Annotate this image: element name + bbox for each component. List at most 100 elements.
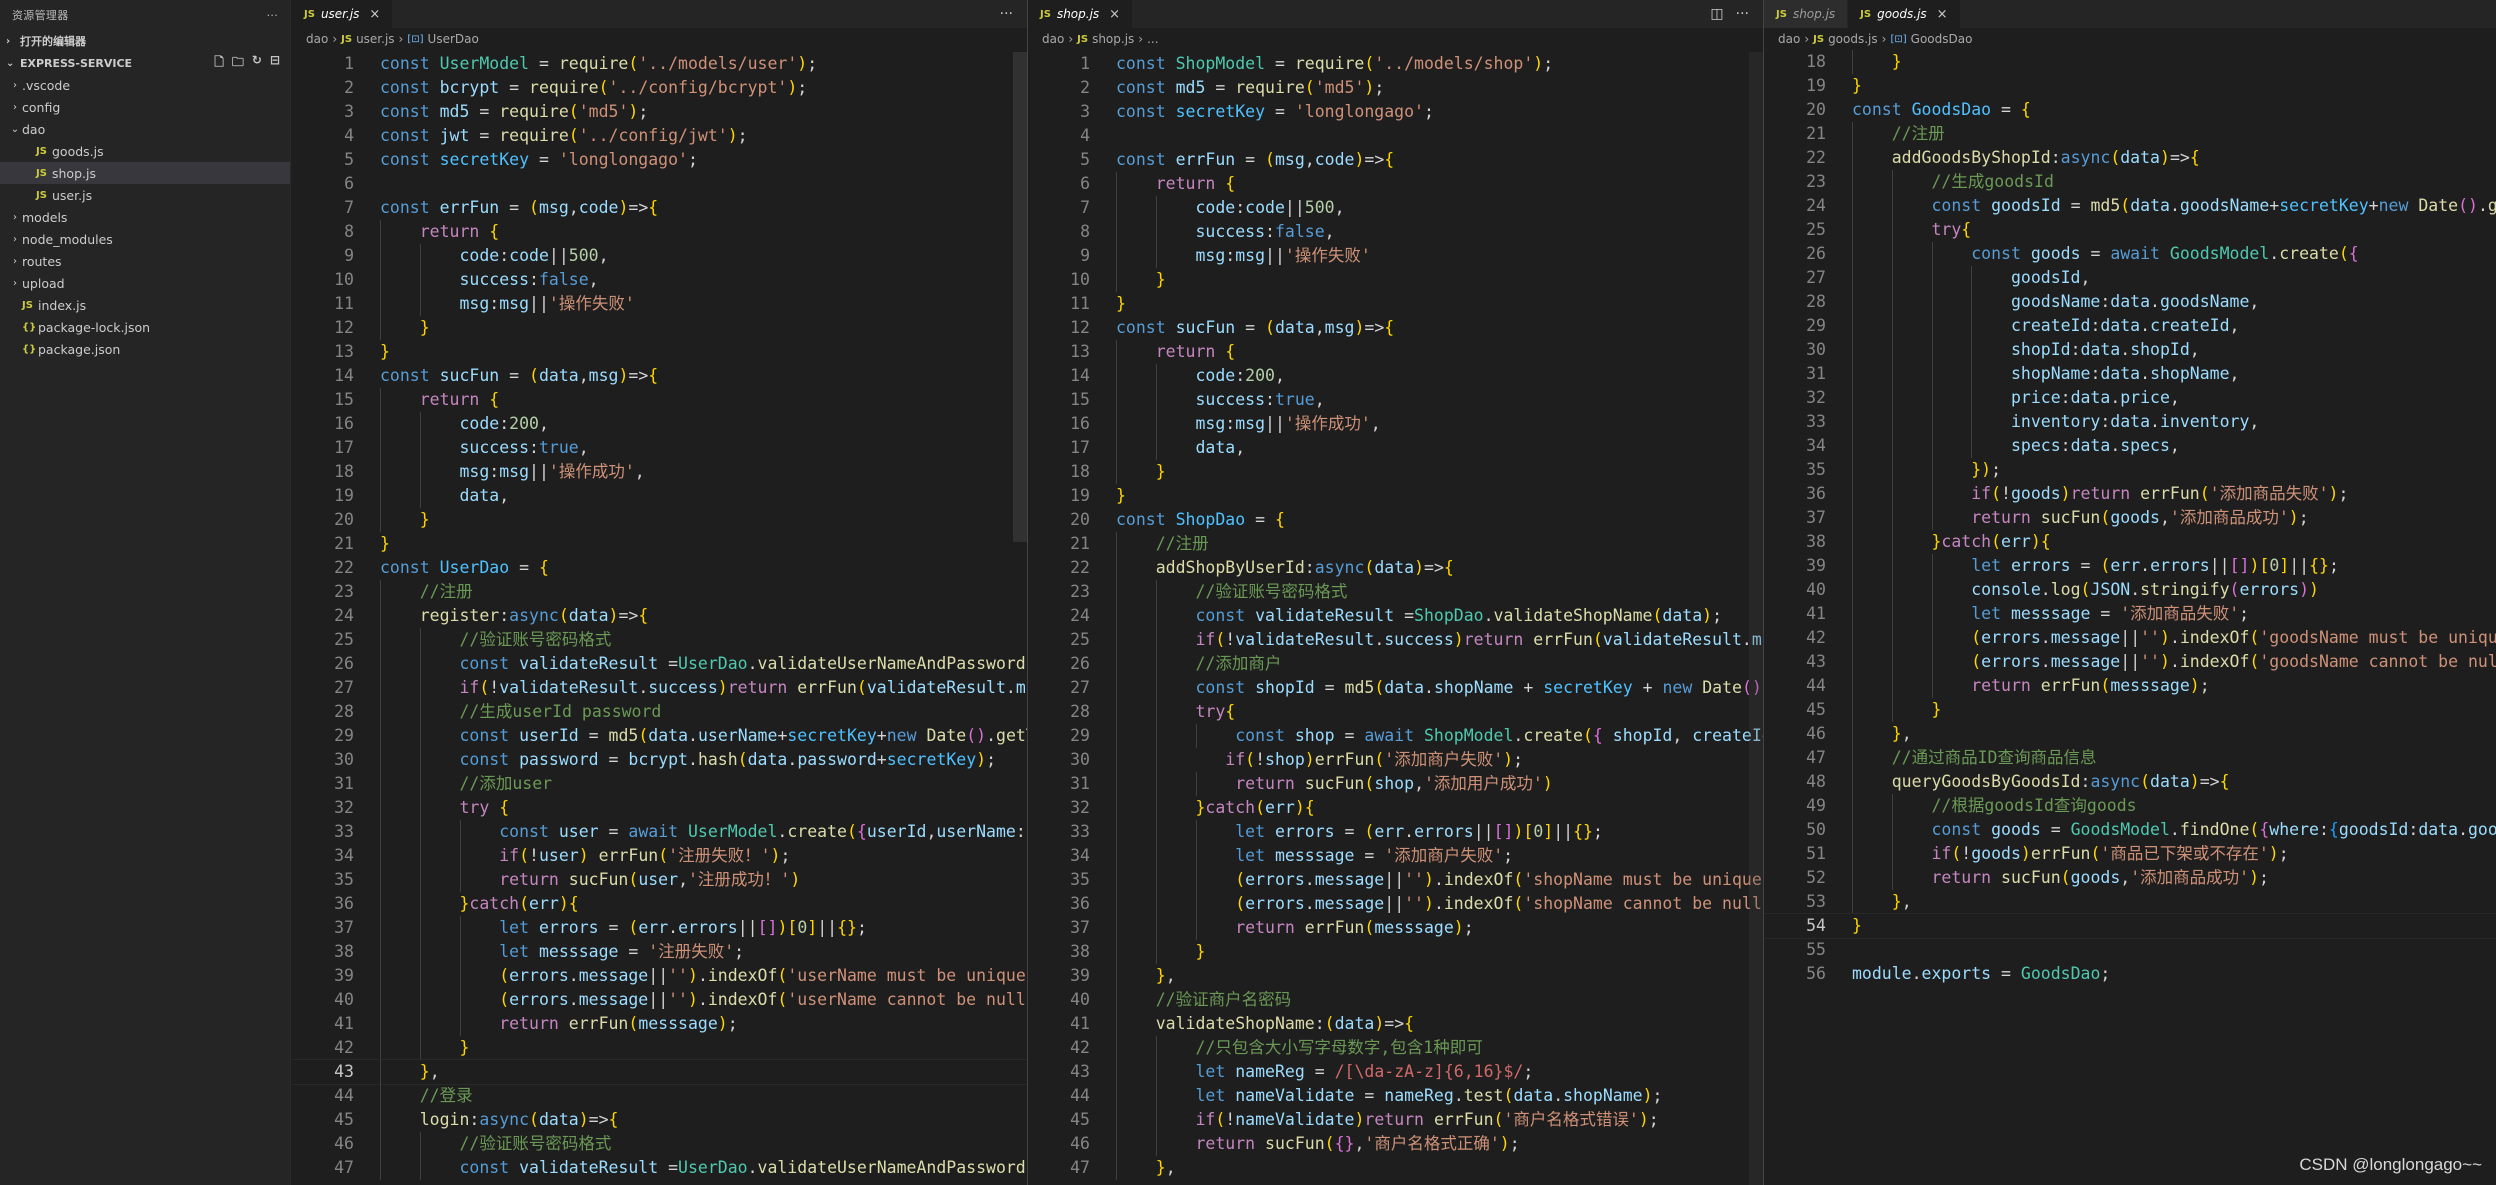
tree-item-upload[interactable]: › upload bbox=[0, 272, 290, 294]
more-actions-icon[interactable]: ··· bbox=[1736, 6, 1749, 22]
refresh-icon[interactable]: ↻ bbox=[252, 53, 262, 74]
close-icon[interactable]: × bbox=[1109, 7, 1120, 22]
code-line: 45 } bbox=[1764, 698, 2496, 722]
tree-item-package-json[interactable]: {} package.json bbox=[0, 338, 290, 360]
tree-item-label: package-lock.json bbox=[38, 319, 151, 335]
code-line: 16 code:200, bbox=[292, 412, 1027, 436]
line-number: 16 bbox=[334, 414, 354, 433]
tree-item-dao[interactable]: ⌄ dao bbox=[0, 118, 290, 140]
tab-shop-js[interactable]: JS shop.js bbox=[1764, 0, 1849, 28]
line-text: //验证商户名密码 bbox=[1155, 990, 1292, 1009]
code-line: 29 createId:data.createId, bbox=[1764, 314, 2496, 338]
line-text: const ShopDao = { bbox=[1116, 510, 1285, 529]
explorer-sidebar: 资源管理器 ··· › 打开的编辑器 ⌄ EXPRESS-SERVICE 🗋 🗀… bbox=[0, 0, 291, 1185]
line-text: if(!validateResult.success)return errFun… bbox=[1195, 630, 1763, 649]
tree-item-index-js[interactable]: JS index.js bbox=[0, 294, 290, 316]
breadcrumb-item[interactable]: ... bbox=[1147, 32, 1158, 46]
line-number: 1 bbox=[344, 54, 354, 73]
tree-item-routes[interactable]: › routes bbox=[0, 250, 290, 272]
tree-item-models[interactable]: › models bbox=[0, 206, 290, 228]
line-text: //注册 bbox=[1155, 534, 1209, 553]
line-number: 6 bbox=[1080, 174, 1090, 193]
line-number: 26 bbox=[1070, 654, 1090, 673]
project-section[interactable]: ⌄ EXPRESS-SERVICE 🗋 🗀 ↻ ⊟ bbox=[0, 52, 290, 74]
code-line: 2 const bcrypt = require('../config/bcryp… bbox=[292, 76, 1027, 100]
breadcrumb-item[interactable]: user.js bbox=[356, 32, 394, 46]
new-file-icon[interactable]: 🗋 bbox=[214, 53, 224, 74]
breadcrumb-item[interactable]: dao bbox=[1778, 32, 1800, 46]
split-editor-icon[interactable]: ◫ bbox=[1710, 6, 1723, 22]
line-text: let errors = (err.errors||[])[0]||{}; bbox=[1235, 822, 1603, 841]
line-number: 27 bbox=[334, 678, 354, 697]
more-actions-icon[interactable]: ··· bbox=[267, 9, 278, 22]
line-text: console.log(JSON.stringify(errors)) bbox=[1971, 580, 2319, 599]
tab-goods-js[interactable]: JS goods.js × bbox=[1848, 0, 1961, 28]
line-number: 17 bbox=[334, 438, 354, 457]
code-area[interactable]: 18 } 19} 20 const GoodsDao = {21 //注册 22 add… bbox=[1764, 50, 2496, 986]
code-area[interactable]: 1 const UserModel = require('../models/us… bbox=[292, 52, 1027, 1180]
line-text: return { bbox=[419, 390, 500, 409]
breadcrumb-separator: › bbox=[1804, 32, 1810, 46]
vertical-scrollbar[interactable] bbox=[1749, 52, 1763, 1185]
line-text: const goods = await GoodsModel.create({ bbox=[1971, 244, 2359, 263]
tree-item-node-modules[interactable]: › node_modules bbox=[0, 228, 290, 250]
tab-shop-js[interactable]: JS shop.js × bbox=[1028, 0, 1134, 28]
open-editors-label: 打开的编辑器 bbox=[20, 35, 86, 48]
breadcrumb-item[interactable]: dao bbox=[1042, 32, 1064, 46]
line-number: 32 bbox=[334, 798, 354, 817]
breadcrumb-item[interactable]: UserDao bbox=[428, 32, 479, 46]
new-folder-icon[interactable]: 🗀 bbox=[232, 53, 244, 74]
breadcrumb-item[interactable]: dao bbox=[306, 32, 328, 46]
code-line: 4 bbox=[1028, 124, 1763, 148]
line-text: } bbox=[1852, 76, 1862, 95]
line-text: login:async(data)=>{ bbox=[419, 1110, 619, 1129]
tab-user-js[interactable]: JS user.js × bbox=[292, 0, 394, 28]
line-text: const GoodsDao = { bbox=[1852, 100, 2031, 119]
line-text: } bbox=[1852, 916, 1862, 935]
code-area[interactable]: 1 const ShopModel = require('../models/sh… bbox=[1028, 52, 1763, 1180]
code-line: 7 code:code||500, bbox=[1028, 196, 1763, 220]
close-icon[interactable]: × bbox=[1937, 7, 1948, 22]
line-number: 42 bbox=[1070, 1038, 1090, 1057]
tree-item-shop-js[interactable]: JS shop.js bbox=[0, 162, 290, 184]
line-text: shopName:data.shopName, bbox=[2010, 364, 2240, 383]
line-text: } bbox=[1116, 486, 1126, 505]
close-icon[interactable]: × bbox=[369, 7, 380, 22]
line-text: queryGoodsByGoodsId:async(data)=>{ bbox=[1891, 772, 2230, 791]
tree-item-goods-js[interactable]: JS goods.js bbox=[0, 140, 290, 162]
collapse-all-icon[interactable]: ⊟ bbox=[270, 53, 280, 74]
code-line: 34 if(!user) errFun('注册失败！'); bbox=[292, 844, 1027, 868]
line-text: }, bbox=[1155, 1158, 1176, 1177]
open-editors-section[interactable]: › 打开的编辑器 bbox=[0, 30, 290, 52]
line-text: addGoodsByShopId:async(data)=>{ bbox=[1891, 148, 2200, 167]
vertical-scrollbar[interactable] bbox=[1013, 52, 1027, 542]
line-number: 22 bbox=[1070, 558, 1090, 577]
line-text: success:true, bbox=[1195, 390, 1325, 409]
code-line: 25 if(!validateResult.success)return err… bbox=[1028, 628, 1763, 652]
code-line: 21 //注册 bbox=[1028, 532, 1763, 556]
line-text: success:false, bbox=[459, 270, 599, 289]
more-actions-icon[interactable]: ··· bbox=[1000, 6, 1013, 22]
breadcrumb-item[interactable]: goods.js bbox=[1828, 32, 1878, 46]
line-number: 40 bbox=[1806, 580, 1826, 599]
tree-item-user-js[interactable]: JS user.js bbox=[0, 184, 290, 206]
line-number: 44 bbox=[1070, 1086, 1090, 1105]
line-text: return { bbox=[419, 222, 500, 241]
line-text: }, bbox=[1891, 724, 1912, 743]
tree-item-config[interactable]: › config bbox=[0, 96, 290, 118]
line-number: 42 bbox=[334, 1038, 354, 1057]
code-line: 8 success:false, bbox=[1028, 220, 1763, 244]
line-text: }catch(err){ bbox=[459, 894, 579, 913]
code-line: 46 return sucFun({},'商户名格式正确'); bbox=[1028, 1132, 1763, 1156]
breadcrumb-item[interactable]: GoodsDao bbox=[1911, 32, 1973, 46]
tree-item--vscode[interactable]: › .vscode bbox=[0, 74, 290, 96]
code-line: 5 const secretKey = 'longlongago'; bbox=[292, 148, 1027, 172]
breadcrumb-item[interactable]: shop.js bbox=[1092, 32, 1134, 46]
code-line: 4 const jwt = require('../config/jwt'); bbox=[292, 124, 1027, 148]
code-line: 33 inventory:data.inventory, bbox=[1764, 410, 2496, 434]
line-number: 9 bbox=[344, 246, 354, 265]
line-text: //通过商品ID查询商品信息 bbox=[1891, 748, 2097, 767]
tree-item-package-lock-json[interactable]: {} package-lock.json bbox=[0, 316, 290, 338]
line-text: return errFun(messsage); bbox=[1235, 918, 1474, 937]
line-text: data, bbox=[459, 486, 510, 505]
